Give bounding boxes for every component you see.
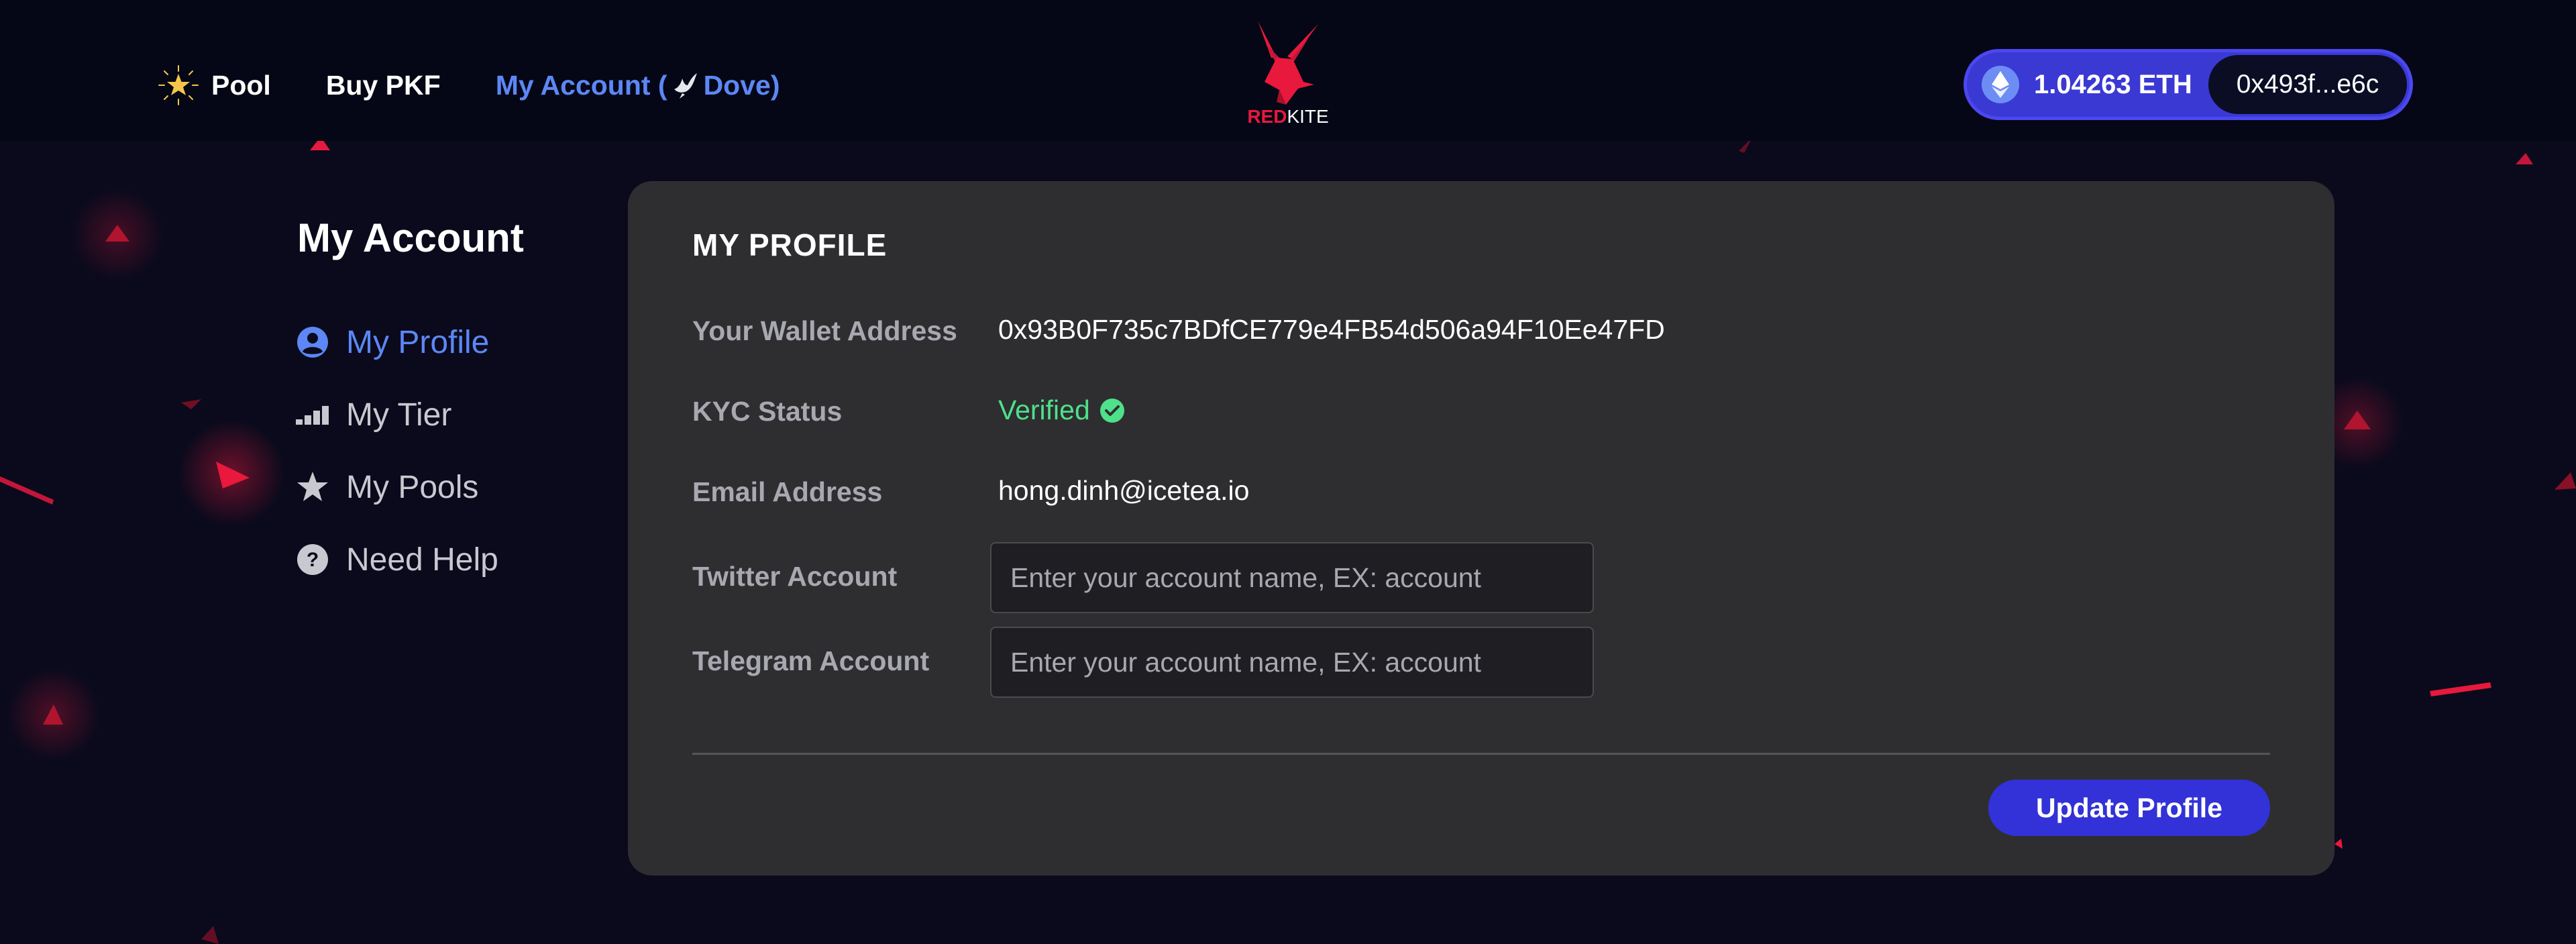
update-profile-button[interactable]: Update Profile [1988,780,2270,836]
star-icon [295,470,330,505]
wallet-address-label: Your Wallet Address [692,315,957,346]
wallet-address[interactable]: 0x493f...e6c [2208,55,2407,114]
sidebar-item-my-pools[interactable]: My Pools [295,464,498,511]
sidebar-item-need-help[interactable]: ? Need Help [295,536,498,583]
nav-buy-label: Buy PKF [325,69,441,101]
sidebar-item-label: My Pools [346,469,479,505]
ethereum-icon [1982,66,2019,103]
sidebar-item-label: My Profile [346,324,490,360]
twitter-label: Twitter Account [692,561,898,592]
nav-pool[interactable]: Pool [158,64,271,106]
eth-balance: 1.04263 ETH [2034,69,2192,99]
twitter-account-input[interactable] [990,542,1594,613]
nav-pool-label: Pool [211,69,271,101]
telegram-account-input[interactable] [990,627,1594,698]
profile-card: MY PROFILE Your Wallet Address 0x93B0F73… [628,181,2334,876]
sidebar-item-label: My Tier [346,397,452,433]
question-circle-icon: ? [295,542,330,577]
sparkle-star-icon [158,65,199,105]
kyc-status-badge: Verified [998,395,1125,426]
logo-word-red: RED [1247,106,1287,127]
sidebar-menu: My Profile My Tier My Pools ? Need Help [295,319,498,609]
nav-buy-pkf[interactable]: Buy PKF [326,70,441,101]
nav-my-account[interactable]: My Account ( Dove) [496,70,780,101]
wallet-address-value: 0x93B0F735c7BDfCE779e4FB54d506a94F10Ee47… [998,314,1665,345]
svg-text:?: ? [307,549,319,571]
profile-title: MY PROFILE [692,227,888,262]
sidebar-item-my-profile[interactable]: My Profile [295,319,498,366]
email-value: hong.dinh@icetea.io [998,475,1250,506]
signal-bars-icon [295,397,330,432]
kyc-status-value: Verified [998,395,1090,425]
check-circle-icon [1099,398,1124,423]
email-label: Email Address [692,476,883,507]
top-navbar: Pool Buy PKF My Account ( Dove) REDKITE [0,0,2576,141]
kyc-status-label: KYC Status [692,396,843,427]
sidebar-item-my-tier[interactable]: My Tier [295,391,498,438]
user-circle-icon [295,325,330,360]
dove-icon [674,73,697,99]
telegram-label: Telegram Account [692,645,930,676]
main-nav: Pool Buy PKF My Account ( Dove) [158,62,835,109]
logo-word-white: KITE [1287,106,1329,127]
wallet-button[interactable]: 1.04263 ETH 0x493f...e6c [1964,49,2413,120]
sidebar-item-label: Need Help [346,541,498,578]
nav-account-tier: Dove) [703,69,780,101]
sidebar-title: My Account [297,215,524,260]
nav-account-prefix: My Account ( [495,69,667,101]
logo-wordmark: REDKITE [1228,106,1348,127]
card-divider [692,753,2270,755]
